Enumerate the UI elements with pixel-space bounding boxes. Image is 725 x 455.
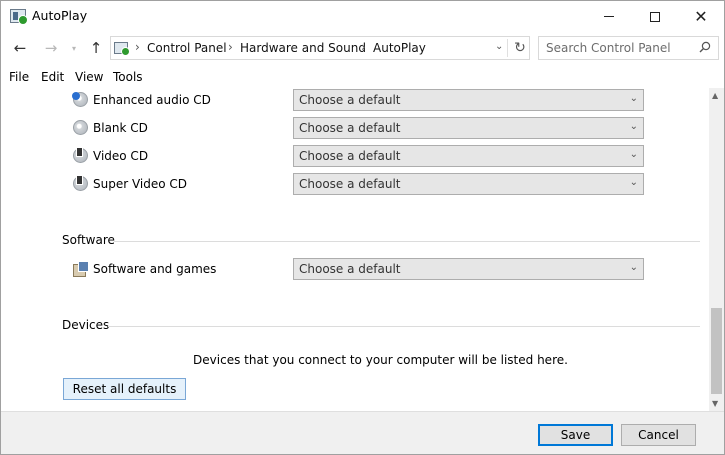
chevron-down-icon: ▾ (71, 43, 76, 53)
scrollbar-thumb[interactable] (711, 308, 722, 394)
super-video-cd-label: Super Video CD (93, 177, 188, 191)
autoplay-window: AutoPlay ✕ ← → ▾ ↑ › Control Panel › Har… (0, 0, 725, 455)
chevron-down-icon: ⌄ (629, 262, 638, 273)
menu-view[interactable]: View (75, 70, 103, 84)
software-and-games-label: Software and games (93, 262, 217, 276)
devices-empty-message: Devices that you connect to your compute… (193, 353, 568, 367)
breadcrumb-separator-icon: › (135, 40, 140, 54)
software-and-games-select[interactable]: Choose a default ⌄ (293, 258, 644, 280)
video-cd-icon (73, 147, 88, 163)
navigation-bar: ← → ▾ ↑ › Control Panel › Hardware and S… (1, 34, 724, 64)
save-button[interactable]: Save (538, 424, 613, 446)
enhanced-audio-cd-select[interactable]: Choose a default ⌄ (293, 89, 644, 111)
scroll-down-icon[interactable]: ▼ (712, 399, 718, 408)
close-button[interactable]: ✕ (678, 1, 724, 32)
title-bar: AutoPlay ✕ (1, 1, 724, 32)
search-input[interactable]: Search Control Panel (538, 36, 719, 60)
video-cd-label: Video CD (93, 149, 149, 163)
select-value: Choose a default (299, 149, 401, 163)
search-placeholder: Search Control Panel (546, 41, 671, 55)
chevron-down-icon: ⌄ (629, 149, 638, 160)
select-value: Choose a default (299, 177, 401, 191)
chevron-down-icon: ⌄ (629, 177, 638, 188)
address-history-dropdown[interactable]: ⌄ (495, 41, 503, 52)
super-video-cd-icon (73, 175, 88, 191)
up-button[interactable]: ↑ (86, 38, 106, 58)
super-video-cd-select[interactable]: Choose a default ⌄ (293, 173, 644, 195)
video-cd-select[interactable]: Choose a default ⌄ (293, 145, 644, 167)
arrow-left-icon: ← (13, 39, 27, 57)
software-section-title: Software (62, 233, 115, 247)
devices-section-title: Devices (62, 318, 110, 332)
autoplay-app-icon (10, 9, 28, 25)
refresh-button[interactable]: ↻ (511, 38, 529, 58)
software-games-icon (73, 261, 89, 277)
address-bar[interactable]: › Control Panel › Hardware and Sound › A… (110, 36, 530, 60)
blank-cd-label: Blank CD (93, 121, 148, 135)
address-divider (507, 39, 508, 57)
breadcrumb-separator-icon: › (361, 40, 366, 54)
minimize-icon (604, 16, 614, 17)
select-value: Choose a default (299, 262, 401, 276)
blank-cd-select[interactable]: Choose a default ⌄ (293, 117, 644, 139)
software-section-divider (114, 241, 700, 242)
enhanced-audio-cd-label: Enhanced audio CD (93, 93, 211, 107)
devices-section-divider (108, 326, 700, 327)
arrow-right-icon: → (44, 39, 58, 57)
minimize-button[interactable] (586, 1, 632, 32)
breadcrumb-hardware-and-sound[interactable]: Hardware and Sound (240, 41, 366, 55)
reset-all-defaults-button[interactable]: Reset all defaults (63, 378, 186, 400)
chevron-down-icon: ⌄ (629, 93, 638, 104)
dialog-footer: Save Cancel (1, 411, 724, 454)
forward-button[interactable]: → (41, 38, 61, 58)
recent-locations-button[interactable]: ▾ (64, 38, 84, 58)
menu-edit[interactable]: Edit (41, 70, 64, 84)
blank-cd-icon (73, 120, 88, 135)
maximize-button[interactable] (632, 1, 678, 32)
maximize-icon (650, 11, 660, 22)
close-icon: ✕ (694, 6, 708, 26)
search-icon (699, 41, 711, 53)
select-value: Choose a default (299, 93, 401, 107)
breadcrumb-autoplay[interactable]: AutoPlay (373, 41, 426, 55)
arrow-up-icon: ↑ (89, 39, 103, 57)
menu-tools[interactable]: Tools (113, 70, 143, 84)
breadcrumb-control-panel[interactable]: Control Panel (147, 41, 227, 55)
cancel-button[interactable]: Cancel (621, 424, 696, 446)
menu-bar: File Edit View Tools (1, 68, 724, 88)
menu-file[interactable]: File (9, 70, 29, 84)
chevron-down-icon: ⌄ (629, 121, 638, 132)
autoplay-settings-content: Enhanced audio CD Choose a default ⌄ Bla… (1, 88, 709, 411)
enhanced-audio-cd-icon (72, 92, 88, 107)
back-button[interactable]: ← (10, 38, 30, 58)
control-panel-icon (114, 42, 130, 56)
scroll-up-icon[interactable]: ▲ (712, 91, 718, 100)
vertical-scrollbar[interactable]: ▲ ▼ (709, 88, 724, 411)
refresh-icon: ↻ (514, 40, 526, 56)
select-value: Choose a default (299, 121, 401, 135)
breadcrumb-separator-icon: › (228, 40, 233, 54)
window-title: AutoPlay (32, 8, 88, 23)
